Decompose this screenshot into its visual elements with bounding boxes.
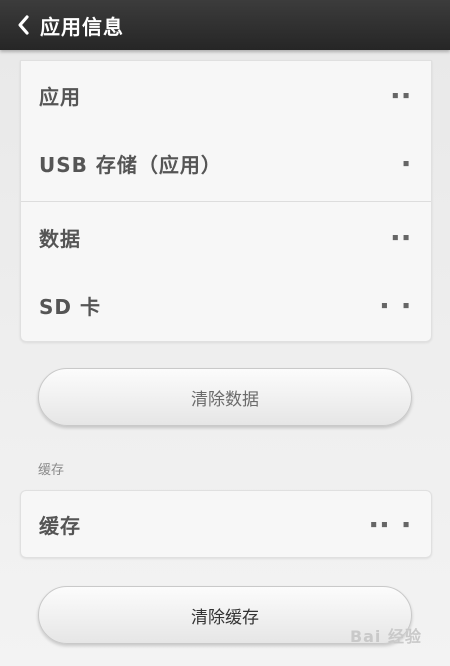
storage-card: 应用 ▪▪ USB 存储（应用） ▪ 数据 ▪▪ SD 卡 ▪ ▪	[20, 60, 432, 342]
row-value: ▪ ▪	[380, 297, 413, 313]
divider	[21, 201, 431, 202]
row-label: 应用	[39, 84, 81, 109]
row-value: ▪	[402, 155, 413, 171]
row-label: SD 卡	[39, 294, 101, 319]
row-value: ▪▪	[391, 87, 413, 103]
chevron-left-icon	[18, 15, 29, 35]
cache-section-label: 缓存	[38, 463, 65, 478]
storage-row-sd: SD 卡 ▪ ▪	[21, 271, 431, 339]
row-value: ▪▪ ▪	[369, 516, 413, 532]
cache-row: 缓存 ▪▪ ▪	[21, 491, 431, 557]
storage-row-data: 数据 ▪▪	[21, 203, 431, 271]
watermark: Bai 经验	[349, 627, 422, 646]
row-label: 缓存	[39, 513, 81, 538]
row-value: ▪▪	[391, 229, 413, 245]
cache-card: 缓存 ▪▪ ▪	[20, 490, 432, 558]
page-title: 应用信息	[40, 14, 124, 39]
row-label: USB 存储（应用）	[39, 152, 222, 177]
row-label: 数据	[39, 226, 81, 251]
back-button[interactable]	[0, 0, 40, 50]
clear-data-button[interactable]: 清除数据	[38, 368, 412, 426]
content-area: 应用 ▪▪ USB 存储（应用） ▪ 数据 ▪▪ SD 卡 ▪ ▪ 清除数据 缓…	[0, 50, 450, 666]
storage-row-usb: USB 存储（应用） ▪	[21, 129, 431, 197]
storage-row-app: 应用 ▪▪	[21, 61, 431, 129]
title-bar: 应用信息	[0, 0, 450, 50]
